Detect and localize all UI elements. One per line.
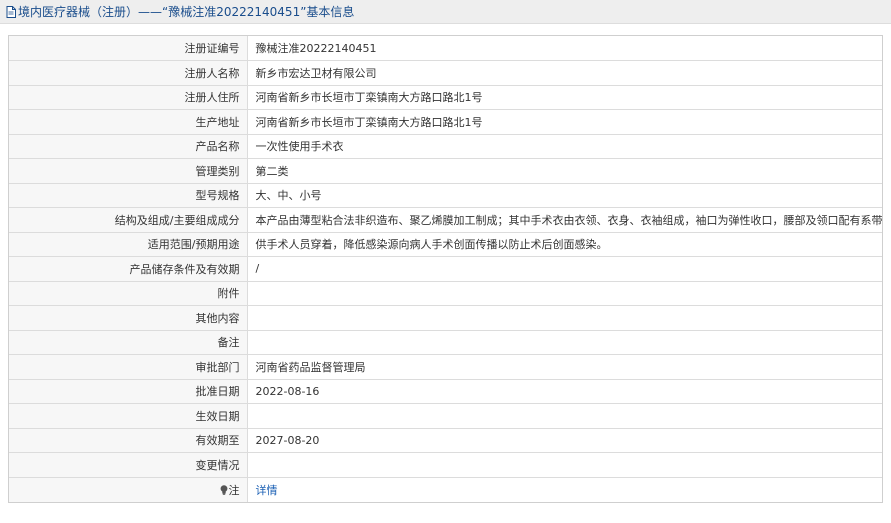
details-link[interactable]: 详情 bbox=[256, 484, 278, 497]
table-row: 批准日期 2022-08-16 bbox=[9, 379, 882, 404]
field-label: 批准日期 bbox=[9, 379, 248, 404]
info-table: 注册证编号 豫械注准20222140451 注册人名称 新乡市宏达卫材有限公司 注册人住… bbox=[8, 35, 883, 503]
field-label: 注册人住所 bbox=[9, 85, 248, 110]
table-row: 审批部门 河南省药品监督管理局 bbox=[9, 354, 882, 380]
table-row: 注册人名称 新乡市宏达卫材有限公司 bbox=[9, 60, 882, 86]
field-value: 河南省新乡市长垣市丁栾镇南大方路口路北1号 bbox=[247, 85, 882, 110]
table-row: 结构及组成/主要组成成分 本产品由薄型粘合法非织造布、聚乙烯膜加工制成；其中手术衣… bbox=[9, 207, 882, 233]
field-value: 河南省药品监督管理局 bbox=[247, 354, 882, 380]
field-value: 一次性使用手术衣 bbox=[247, 134, 882, 159]
document-icon bbox=[6, 5, 16, 18]
note-label-cell: 注 bbox=[9, 477, 248, 502]
field-value: 大、中、小号 bbox=[247, 183, 882, 208]
table-row: 附件 bbox=[9, 281, 882, 306]
field-label: 生产地址 bbox=[9, 109, 248, 135]
field-label: 附件 bbox=[9, 281, 248, 306]
table-row: 生效日期 bbox=[9, 403, 882, 429]
info-table-body: 注册证编号 豫械注准20222140451 注册人名称 新乡市宏达卫材有限公司 注册人住… bbox=[9, 36, 882, 502]
field-label: 备注 bbox=[9, 330, 248, 355]
field-value: 本产品由薄型粘合法非织造布、聚乙烯膜加工制成；其中手术衣由衣领、衣身、衣袖组成，… bbox=[247, 207, 882, 233]
field-value bbox=[247, 281, 882, 306]
table-row: 注册证编号 豫械注准20222140451 bbox=[9, 36, 882, 61]
note-label: 注 bbox=[228, 483, 240, 497]
field-label: 有效期至 bbox=[9, 428, 248, 453]
field-value: 豫械注准20222140451 bbox=[247, 36, 882, 61]
table-row: 产品储存条件及有效期 / bbox=[9, 256, 882, 282]
field-label: 变更情况 bbox=[9, 452, 248, 478]
field-value bbox=[247, 305, 882, 331]
field-value: / bbox=[247, 256, 882, 282]
table-row: 变更情况 bbox=[9, 452, 882, 478]
table-row: 适用范围/预期用途 供手术人员穿着，降低感染源向病人手术创面传播以防止术后创面感染… bbox=[9, 232, 882, 257]
table-row: 注册人住所 河南省新乡市长垣市丁栾镇南大方路口路北1号 bbox=[9, 85, 882, 110]
table-row: 产品名称 一次性使用手术衣 bbox=[9, 134, 882, 159]
field-label: 型号规格 bbox=[9, 183, 248, 208]
field-label: 审批部门 bbox=[9, 354, 248, 380]
field-label: 产品储存条件及有效期 bbox=[9, 256, 248, 282]
table-row: 有效期至 2027-08-20 bbox=[9, 428, 882, 453]
field-label: 产品名称 bbox=[9, 134, 248, 159]
table-row: 管理类别 第二类 bbox=[9, 158, 882, 184]
table-row: 型号规格 大、中、小号 bbox=[9, 183, 882, 208]
field-label: 注册证编号 bbox=[9, 36, 248, 61]
field-label: 适用范围/预期用途 bbox=[9, 232, 248, 257]
field-value: 河南省新乡市长垣市丁栾镇南大方路口路北1号 bbox=[247, 109, 882, 135]
field-value bbox=[247, 452, 882, 478]
field-value: 新乡市宏达卫材有限公司 bbox=[247, 60, 882, 86]
table-row: 生产地址 河南省新乡市长垣市丁栾镇南大方路口路北1号 bbox=[9, 109, 882, 135]
field-value bbox=[247, 403, 882, 429]
field-value: 2022-08-16 bbox=[247, 379, 882, 404]
field-value: 2027-08-20 bbox=[247, 428, 882, 453]
field-label: 注册人名称 bbox=[9, 60, 248, 86]
field-value bbox=[247, 330, 882, 355]
field-label: 管理类别 bbox=[9, 158, 248, 184]
table-row: 备注 bbox=[9, 330, 882, 355]
note-row: 注 详情 bbox=[9, 477, 882, 502]
field-value: 第二类 bbox=[247, 158, 882, 184]
field-label: 其他内容 bbox=[9, 305, 248, 331]
table-row: 其他内容 bbox=[9, 305, 882, 331]
field-value: 供手术人员穿着，降低感染源向病人手术创面传播以防止术后创面感染。 bbox=[247, 232, 882, 257]
note-value-cell: 详情 bbox=[247, 477, 882, 502]
lightbulb-icon bbox=[220, 484, 227, 495]
page-title: 境内医疗器械（注册）——“豫械注准20222140451”基本信息 bbox=[18, 5, 355, 19]
field-label: 生效日期 bbox=[9, 403, 248, 429]
field-label: 结构及组成/主要组成成分 bbox=[9, 207, 248, 233]
page-header: 境内医疗器械（注册）——“豫械注准20222140451”基本信息 bbox=[0, 0, 891, 24]
